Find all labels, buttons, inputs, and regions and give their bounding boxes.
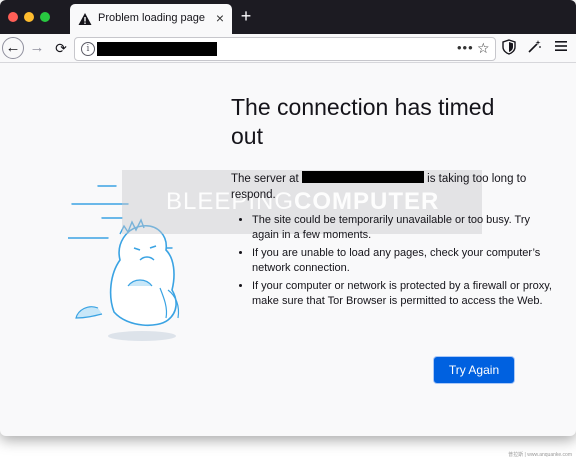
list-item: If you are unable to load any pages, che… xyxy=(252,246,552,276)
image-credit: 普拉斯 | www.anquanke.com xyxy=(508,452,572,458)
hamburger-menu-icon[interactable] xyxy=(554,39,568,53)
list-item: The site could be temporarily unavailabl… xyxy=(252,213,552,243)
server-message-prefix: The server at xyxy=(231,173,299,185)
error-page: BLEEPINGCOMPUTER The connection has time… xyxy=(0,63,576,436)
try-again-button[interactable]: Try Again xyxy=(434,357,514,383)
reload-icon[interactable]: ⟳ xyxy=(50,37,72,59)
tab-title: Problem loading page xyxy=(98,12,206,24)
info-icon[interactable]: i xyxy=(81,42,95,56)
back-arrow-icon[interactable]: ← xyxy=(2,37,24,59)
navigation-toolbar: ← → ⟳ i ••• ☆ xyxy=(0,34,576,63)
star-icon[interactable]: ☆ xyxy=(477,40,490,57)
window-maximize-button[interactable] xyxy=(40,12,50,22)
window-close-button[interactable] xyxy=(8,12,18,22)
warning-triangle-icon xyxy=(78,13,92,25)
url-bar[interactable]: i ••• ☆ xyxy=(74,37,496,61)
shield-icon[interactable] xyxy=(502,39,516,55)
magic-wand-icon[interactable] xyxy=(526,39,542,55)
browser-window: Problem loading page × + ← → ⟳ i ••• ☆ B… xyxy=(0,0,576,436)
redacted-host xyxy=(301,171,424,183)
window-minimize-button[interactable] xyxy=(24,12,34,22)
new-tab-button[interactable]: + xyxy=(236,6,256,26)
forward-arrow-icon[interactable]: → xyxy=(26,37,48,59)
tab-close-icon[interactable]: × xyxy=(216,10,224,26)
redacted-url xyxy=(97,42,217,56)
dots-icon[interactable]: ••• xyxy=(457,40,474,55)
error-heading: The connection has timed out xyxy=(231,94,495,149)
reasons-list: The site could be temporarily unavailabl… xyxy=(238,213,552,312)
server-message: The server at is taking too long to resp… xyxy=(231,171,531,203)
tab-problem-loading[interactable]: Problem loading page × xyxy=(70,4,232,34)
list-item: If your computer or network is protected… xyxy=(252,279,552,309)
tab-bar: Problem loading page × + xyxy=(0,0,576,34)
